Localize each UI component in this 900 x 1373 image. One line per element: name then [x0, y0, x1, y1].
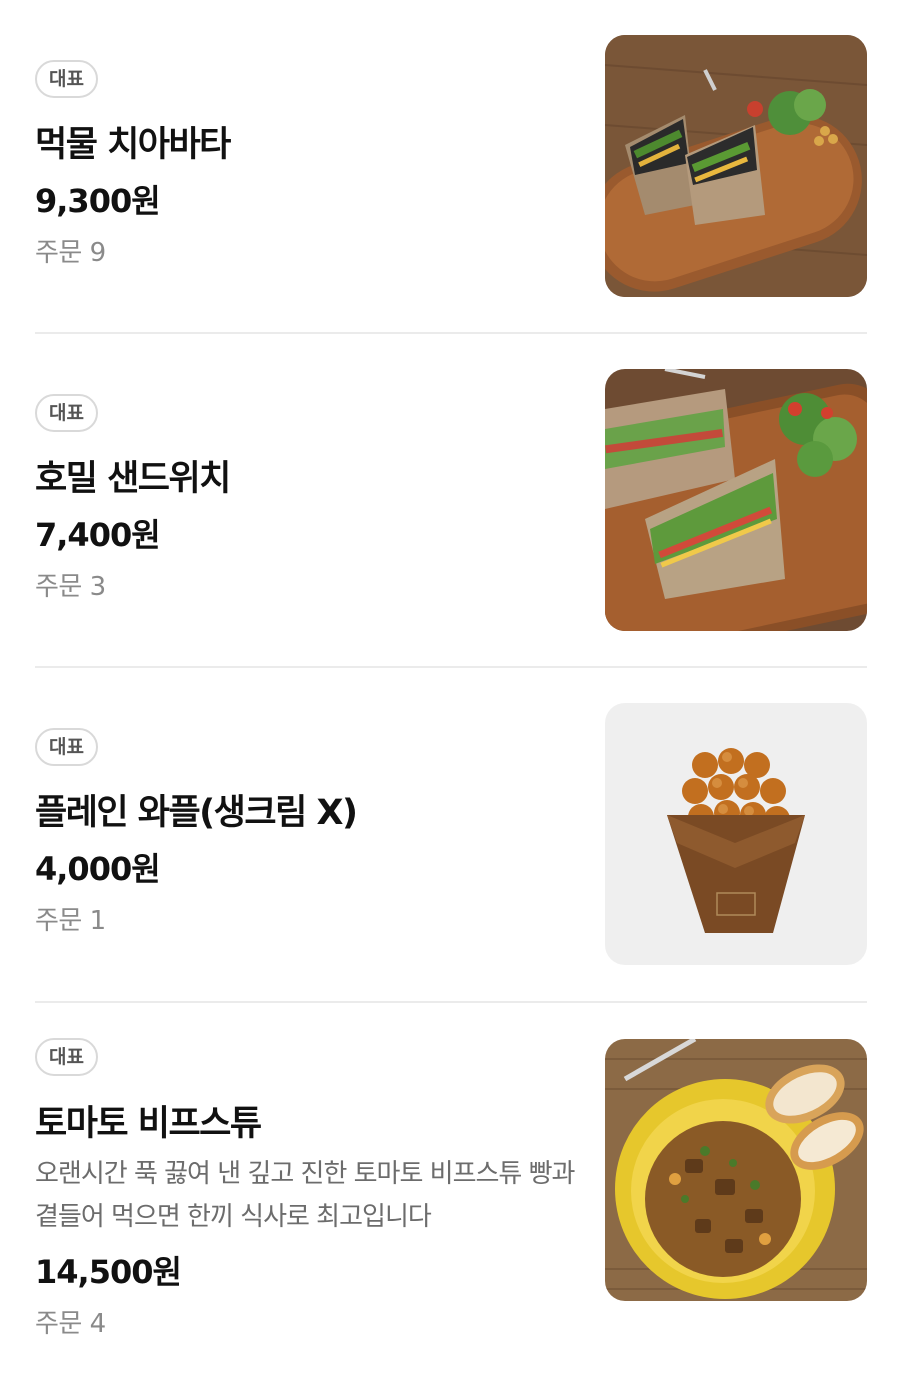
signature-badge: 대표 [35, 1038, 98, 1076]
menu-list: 대표 먹물 치아바타 9,300원 주문 9 대표 호밀 샌드위치 7,400원… [0, 0, 900, 1373]
menu-item[interactable]: 대표 먹물 치아바타 9,300원 주문 9 [35, 0, 867, 334]
rye-sandwich-photo [605, 369, 867, 631]
menu-item[interactable]: 대표 플레인 와플(생크림 X) 4,000원 주문 1 [35, 668, 867, 1003]
signature-badge: 대표 [35, 60, 98, 98]
menu-item-order-count: 주문 1 [35, 906, 106, 936]
signature-badge: 대표 [35, 394, 98, 432]
menu-item-description: 오랜시간 푹 끓여 낸 깊고 진한 토마토 비프스튜 빵과 곁들어 먹으면 한끼… [35, 1159, 575, 1232]
egg-waffle-cone-photo [605, 703, 867, 965]
menu-item-price: 7,400원 [35, 516, 161, 554]
menu-item-order-count: 주문 9 [35, 238, 106, 268]
menu-item-name[interactable]: 호밀 샌드위치 [35, 450, 231, 501]
menu-item-photo[interactable] [605, 369, 867, 631]
menu-item[interactable]: 대표 호밀 샌드위치 7,400원 주문 3 [35, 334, 867, 668]
signature-badge: 대표 [35, 728, 98, 766]
menu-item-order-count: 주문 4 [35, 1309, 106, 1339]
menu-item-photo[interactable] [605, 703, 867, 965]
menu-item-price: 4,000원 [35, 850, 161, 888]
tomato-beef-stew-photo [605, 1039, 867, 1301]
menu-item-order-count: 주문 3 [35, 572, 106, 602]
menu-item[interactable]: 대표 토마토 비프스튜 오랜시간 푹 끓여 낸 깊고 진한 토마토 비프스튜 빵… [35, 1003, 867, 1373]
menu-item-name[interactable]: 플레인 와플(생크림 X) [35, 784, 358, 835]
menu-item-photo[interactable] [605, 35, 867, 297]
menu-item-name[interactable]: 먹물 치아바타 [35, 116, 231, 167]
menu-item-name[interactable]: 토마토 비프스튜 [35, 1095, 262, 1146]
menu-item-photo[interactable] [605, 1039, 867, 1301]
menu-item-price: 14,500원 [35, 1253, 182, 1291]
menu-item-price: 9,300원 [35, 182, 161, 220]
squid-ink-ciabatta-sandwich-photo [605, 35, 867, 297]
